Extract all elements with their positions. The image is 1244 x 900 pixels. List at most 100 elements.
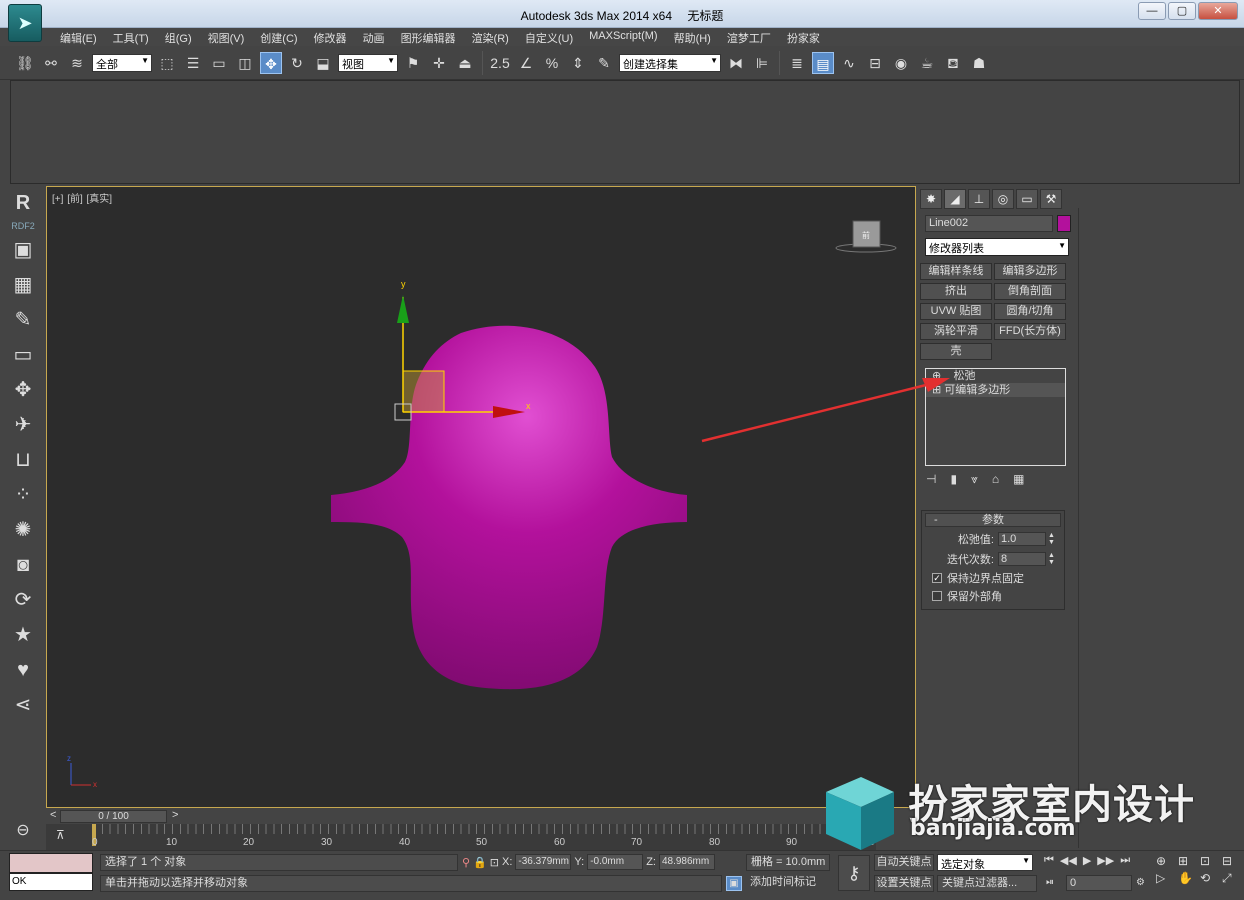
angle-snap-icon[interactable]: ∠ [515, 52, 537, 74]
absolute-mode-icon[interactable]: ⊡ [490, 856, 499, 869]
ffd-box-button[interactable]: FFD(长方体) [994, 323, 1066, 340]
menu-help[interactable]: 帮助(H) [666, 30, 719, 46]
pin-stack-icon[interactable]: ⊣ [926, 472, 936, 487]
modify-tab-icon[interactable]: ◢ [944, 189, 966, 209]
menu-banjiajia[interactable]: 扮家家 [779, 30, 828, 46]
remove-modifier-icon[interactable]: ⌂ [992, 472, 999, 487]
hierarchy-tab-icon[interactable]: ⊥ [968, 189, 990, 209]
curve-editor-mini-icon[interactable]: ⊼ [56, 828, 65, 842]
minimize-button[interactable]: — [1138, 2, 1166, 20]
schematic-view-icon[interactable]: ⊟ [864, 52, 886, 74]
viewcube[interactable]: 前 [835, 220, 897, 253]
window-crossing-icon[interactable]: ◫ [234, 52, 256, 74]
inbox-icon[interactable]: ⊔ [0, 443, 46, 478]
utilities-tab-icon[interactable]: ⚒ [1040, 189, 1062, 209]
modifier-list-dropdown[interactable]: 修改器列表 [925, 238, 1069, 256]
selection-set-dropdown[interactable]: 选定对象 [937, 854, 1033, 871]
display-tab-icon[interactable]: ▭ [1016, 189, 1038, 209]
time-config-icon[interactable]: ⚙ [1136, 877, 1145, 888]
edit-icon[interactable]: ✎ [0, 303, 46, 338]
align-icon[interactable]: ⊫ [751, 52, 773, 74]
play-icon[interactable]: ▶ [1083, 854, 1091, 867]
edit-spline-button[interactable]: 编辑样条线 [920, 263, 992, 280]
heart-icon[interactable]: ♥ [0, 653, 46, 688]
zoom-icon[interactable]: ⊕ [1156, 854, 1176, 868]
key-mode-icon[interactable]: ⏯ [1046, 877, 1054, 888]
orbit-icon[interactable]: ⟲ [1200, 871, 1220, 886]
create-tab-icon[interactable]: ✸ [920, 189, 942, 209]
shell-button[interactable]: 壳 [920, 343, 992, 360]
back-icon[interactable]: ⊖ [0, 813, 46, 848]
keep-outer-corners-checkbox[interactable]: 保留外部角 [922, 587, 1064, 605]
turbosmooth-button[interactable]: 涡轮平滑 [920, 323, 992, 340]
maximize-button[interactable]: ▢ [1168, 2, 1196, 20]
rendered-frame-icon[interactable]: ⛾ [942, 52, 964, 74]
named-selection-dropdown[interactable]: 创建选择集 [619, 53, 721, 72]
prev-frame-icon[interactable]: ◀◀ [1060, 854, 1077, 867]
menu-create[interactable]: 创建(C) [252, 30, 305, 46]
spinner-snap-icon[interactable]: ⇕ [567, 52, 589, 74]
menu-tools[interactable]: 工具(T) [105, 30, 157, 46]
fillet-chamfer-button[interactable]: 圆角/切角 [994, 303, 1066, 320]
menu-customize[interactable]: 自定义(U) [517, 30, 581, 46]
rect-selection-icon[interactable]: ▭ [208, 52, 230, 74]
maxscript-listener-input[interactable] [9, 853, 93, 873]
current-frame-input[interactable]: 0 [1066, 875, 1132, 891]
app-menu-button[interactable]: ➤ [8, 4, 42, 42]
select-rotate-icon[interactable]: ↻ [286, 52, 308, 74]
bevel-profile-button[interactable]: 倒角剖面 [994, 283, 1066, 300]
edit-poly-button[interactable]: 编辑多边形 [994, 263, 1066, 280]
plane-icon[interactable]: ✈ [0, 408, 46, 443]
set-key-icon[interactable]: ⚷ [838, 855, 870, 891]
checkmark-icon[interactable]: ✓ [932, 573, 942, 583]
rdf-logo[interactable]: R [0, 186, 46, 221]
select-object-icon[interactable]: ⬚ [156, 52, 178, 74]
sun-icon[interactable]: ✺ [0, 513, 46, 548]
reference-coord-dropdown[interactable]: 视图 [338, 53, 398, 72]
time-slider[interactable]: 0 / 100 [60, 810, 167, 823]
close-button[interactable]: ✕ [1198, 2, 1238, 20]
select-manipulate-icon[interactable]: ✛ [428, 52, 450, 74]
modifier-stack[interactable]: ⊕ 松弛 ⊞ 可编辑多边形 [925, 368, 1066, 466]
stack-item-relax[interactable]: ⊕ 松弛 [926, 369, 1065, 383]
iterations-input[interactable]: 8 [998, 552, 1046, 566]
time-tag-icon[interactable]: ▣ [726, 876, 742, 891]
render-production-icon[interactable]: ☗ [968, 52, 990, 74]
percent-snap-icon[interactable]: % [541, 52, 563, 74]
share-icon[interactable]: ⋖ [0, 688, 46, 723]
lock-selection-icon[interactable]: 🔒 [473, 856, 487, 869]
go-to-end-icon[interactable]: ⏭ [1120, 854, 1130, 867]
zoom-all-icon[interactable]: ⊞ [1178, 854, 1198, 868]
unchecked-box-icon[interactable] [932, 591, 942, 601]
go-to-start-icon[interactable]: ⏮ [1044, 854, 1054, 867]
mirror-icon[interactable]: ⧓ [725, 52, 747, 74]
viewport-front[interactable]: [+] [前] [真实] 前 y x z x [46, 186, 916, 808]
object-name-field[interactable]: Line002 [925, 215, 1053, 232]
menu-view[interactable]: 视图(V) [200, 30, 253, 46]
menu-render-factory[interactable]: 渲梦工厂 [719, 30, 779, 46]
menu-maxscript[interactable]: MAXScript(M) [581, 30, 665, 46]
y-coord-input[interactable]: -0.0mm [587, 854, 644, 870]
refresh-icon[interactable]: ⟳ [0, 583, 46, 618]
pan-icon[interactable]: ✋ [1178, 871, 1198, 886]
menu-rendering[interactable]: 渲染(R) [464, 30, 517, 46]
time-next-icon[interactable]: > [172, 809, 178, 821]
menu-group[interactable]: 组(G) [157, 30, 200, 46]
next-frame-icon[interactable]: ▶▶ [1097, 854, 1114, 867]
select-by-name-icon[interactable]: ☰ [182, 52, 204, 74]
bind-space-warp-icon[interactable]: ≋ [66, 52, 88, 74]
iterations-spinner[interactable]: ▲ ▼ [1048, 552, 1056, 566]
grid-tiles-icon[interactable]: ▦ [0, 268, 46, 303]
zoom-extents-all-icon[interactable]: ⊟ [1222, 854, 1242, 868]
image-icon[interactable]: ▣ [0, 233, 46, 268]
curve-editor-icon[interactable]: ∿ [838, 52, 860, 74]
time-prev-icon[interactable]: < [50, 809, 56, 821]
camera-icon[interactable]: ◙ [0, 548, 46, 583]
track-bar[interactable]: ⊼ 0 10 20 30 40 50 60 70 80 90 100 [46, 824, 876, 850]
material-editor-icon[interactable]: ◉ [890, 52, 912, 74]
move-arrows-icon[interactable]: ✥ [0, 373, 46, 408]
motion-tab-icon[interactable]: ◎ [992, 189, 1014, 209]
z-coord-input[interactable]: 48.986mm [658, 854, 715, 870]
maxscript-output[interactable]: OK [9, 873, 93, 891]
unlink-icon[interactable]: ⚯ [40, 52, 62, 74]
